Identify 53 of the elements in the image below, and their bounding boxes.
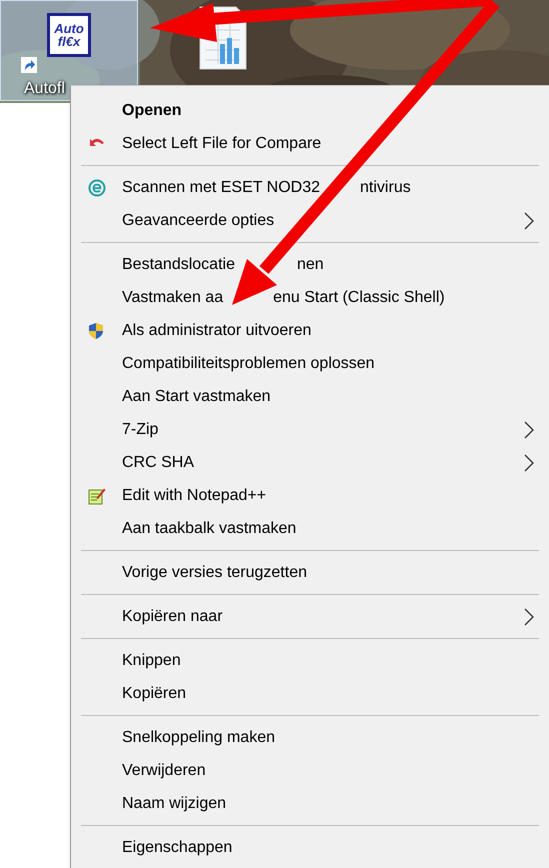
menu-item-label: Eigenschappen (122, 838, 232, 856)
notepad-pencil-icon (88, 487, 106, 505)
menu-item-label: 7-Zip (122, 420, 158, 438)
menu-item-label: ntivirus (360, 178, 411, 196)
menu-item-label: Snelkoppeling maken (122, 728, 275, 746)
menu-item[interactable]: Aan Start vastmaken (71, 380, 549, 413)
menu-item[interactable]: Bestandslocatie nen (71, 248, 549, 281)
menu-item-label: Naam wijzigen (122, 794, 226, 812)
menu-item-label: Edit with Notepad++ (122, 486, 266, 504)
menu-item-label: Geavanceerde opties (122, 212, 274, 230)
menu-item-label: Openen (122, 102, 182, 120)
menu-item-label: Verwijderen (122, 762, 206, 780)
chevron-right-icon (523, 212, 535, 230)
menu-item-label: Kopiëren (122, 684, 186, 702)
menu-item-label: Kopiëren naar (122, 608, 223, 626)
menu-item[interactable]: Geavanceerde opties (71, 204, 549, 237)
menu-item[interactable]: Eigenschappen (71, 831, 549, 864)
menu-item-label: CRC SHA (122, 454, 194, 472)
menu-item-label: nen (296, 256, 324, 274)
chevron-right-icon (523, 421, 535, 439)
app-logo-icon: Auto fl€x (47, 13, 91, 57)
menu-item[interactable]: Edit with Notepad++ (71, 479, 549, 512)
chevron-right-icon (523, 608, 535, 626)
menu-item[interactable]: 7-Zip (71, 413, 549, 446)
menu-item-label: Select Left File for Compare (122, 134, 322, 152)
menu-item[interactable]: Scannen met ESET NOD32 ntivirus (71, 171, 549, 204)
shield-icon (88, 322, 104, 340)
menu-item-label: Scannen met ESET NOD32 (122, 178, 320, 196)
menu-item-label: Aan Start vastmaken (122, 388, 271, 406)
menu-item-label: Aan taakbalk vastmaken (122, 520, 296, 538)
menu-item-label: enu Start (Classic Shell) (273, 288, 445, 306)
menu-item[interactable]: Aan taakbalk vastmaken (71, 512, 549, 545)
menu-item[interactable]: Verwijderen (71, 754, 549, 787)
menu-item[interactable]: Kopiëren (71, 677, 549, 710)
menu-item-label: Knippen (122, 652, 181, 670)
chevron-right-icon (523, 454, 535, 472)
menu-item[interactable]: Kopiëren naar (71, 600, 549, 633)
eset-e-icon (88, 179, 106, 197)
menu-item[interactable]: Knippen (71, 644, 549, 677)
desktop-icon-selection[interactable]: Auto fl€x Autofl (0, 0, 138, 101)
menu-item[interactable]: Snelkoppeling maken (71, 721, 549, 754)
menu-item[interactable]: Vastmaken aa enu Start (Classic Shell) (71, 281, 549, 314)
menu-item[interactable]: Select Left File for Compare (71, 127, 549, 160)
menu-item-label: Vorige versies terugzetten (122, 564, 307, 582)
menu-item-label: Compatibiliteitsproblemen oplossen (122, 354, 375, 372)
menu-item[interactable]: Als administrator uitvoeren (71, 314, 549, 347)
menu-item-label: Als administrator uitvoeren (122, 322, 312, 340)
menu-item-label: Vastmaken aa (122, 288, 224, 306)
menu-item[interactable]: CRC SHA (71, 446, 549, 479)
menu-item[interactable]: Vorige versies terugzetten (71, 556, 549, 589)
menu-item[interactable]: Naam wijzigen (71, 787, 549, 820)
menu-item[interactable]: Compatibiliteitsproblemen oplossen (71, 347, 549, 380)
menu-item-label: Bestandslocatie (122, 256, 235, 274)
